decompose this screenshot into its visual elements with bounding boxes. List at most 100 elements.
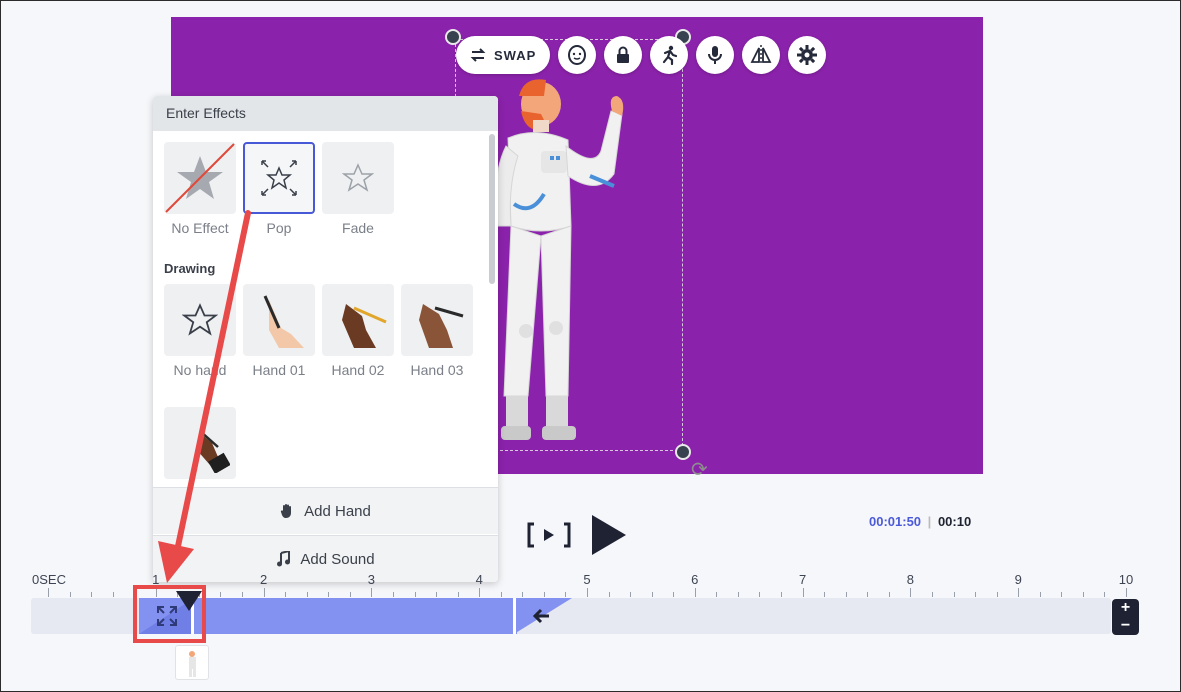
ruler-tick [48,588,49,597]
ruler-tick [285,592,287,597]
total-time: 00:10 [937,514,972,529]
voice-button[interactable] [696,36,735,74]
hand-tile-04[interactable] [164,407,236,479]
hand-tile-02[interactable] [322,284,394,356]
pop-star-icon [261,160,297,196]
ruler-tick [716,592,718,597]
ruler-label: 0SEC [32,572,66,587]
zoom-out-button[interactable]: − [1121,617,1130,635]
clip-end-line[interactable] [513,598,516,634]
enter-effects-panel: Enter Effects No Effect Pop Fade Drawing… [153,96,498,582]
hand-tile-none[interactable] [164,284,236,356]
flip-icon [750,45,772,65]
flip-button[interactable] [742,36,781,74]
effect-label: Fade [342,220,374,236]
ruler-tick [931,592,933,597]
ruler-label: 2 [259,572,268,587]
ruler-tick [479,588,481,597]
ruler-tick [457,592,459,597]
exit-arrow-icon[interactable] [531,607,551,625]
play-scene-icon[interactable] [526,520,572,550]
fade-star-icon [342,163,374,192]
action-button[interactable] [650,36,689,74]
ruler-tick [263,588,265,597]
astronaut-thumbnail-icon [189,651,196,677]
outline-star-icon [182,303,218,336]
hand-label: Hand 01 [252,362,306,378]
ruler-label: 6 [691,572,699,587]
ruler-tick [220,592,222,597]
music-note-icon [277,551,291,567]
ruler-tick [694,588,696,597]
ruler-tick [759,592,761,597]
face-icon [568,45,587,65]
zoom-in-button[interactable]: + [1121,599,1130,617]
hand-tile-03[interactable] [401,284,473,356]
ruler-tick [953,592,955,597]
playback-controls [526,513,628,557]
lock-icon [617,46,630,63]
ruler-tick [587,588,588,597]
ruler-tick [436,592,438,597]
ruler-tick [867,592,869,597]
ruler-tick [996,592,998,597]
resize-handle-bottom-right[interactable] [675,444,691,460]
effect-label: No Effect [171,220,229,236]
effect-tile-no-effect[interactable] [164,142,236,214]
drawing-section-title: Drawing [164,261,216,276]
effect-tile-fade[interactable] [322,142,394,214]
add-hand-label: Add Hand [304,502,371,520]
microphone-icon [708,46,723,64]
hand-label: No hand [173,362,227,378]
gear-icon [797,45,818,65]
effect-label: Pop [266,220,292,236]
swap-label: SWAP [494,47,537,63]
ruler-tick [1061,592,1063,597]
element-toolbar: SWAP [456,36,827,74]
ruler-label: 7 [798,572,807,587]
ruler-tick [392,592,394,597]
ruler-tick [651,592,653,597]
add-hand-button[interactable]: Add Hand [153,487,498,534]
ruler-tick [522,592,524,597]
ruler-tick [414,592,416,597]
add-sound-label: Add Sound [300,550,375,568]
rotate-icon[interactable]: ⟳ [691,457,708,482]
ruler-tick [608,592,610,597]
ruler-tick [1039,592,1041,597]
annotation-highlight-box [133,585,206,643]
swap-button[interactable]: SWAP [456,36,551,74]
ruler-tick [543,592,545,597]
face-button[interactable] [558,36,597,74]
ruler-label: 4 [475,572,483,587]
hand-sleeve-icon [196,430,230,473]
lock-button[interactable] [604,36,643,74]
ruler-tick [802,588,804,597]
play-icon[interactable] [590,513,628,557]
panel-scrollbar[interactable] [489,134,495,284]
ruler-label: 10 [1118,572,1134,587]
hand-icon [281,504,292,518]
ruler-tick [888,592,890,597]
ruler-label: 3 [367,572,376,587]
ruler-tick [328,592,330,597]
hand-tile-01[interactable] [243,284,315,356]
current-time: 00:01:50 [869,514,922,529]
swap-icon [470,48,486,62]
ruler-tick [673,592,675,597]
scene-thumbnail[interactable] [175,645,209,680]
ruler-tick [69,592,71,597]
hand-label: Hand 02 [331,362,385,378]
ruler-label: 5 [583,572,591,587]
time-readout: 00:01:50 | 00:10 [869,514,971,529]
hand-medium-icon [419,304,464,348]
ruler-tick [845,592,847,597]
effect-tile-pop[interactable] [243,142,315,214]
action-icon [663,45,678,66]
ruler-tick [112,592,114,597]
ruler-label: 9 [1014,572,1022,587]
ruler-tick [565,592,567,597]
ruler-tick [91,592,93,597]
settings-button[interactable] [788,36,827,74]
ruler-tick [1082,592,1084,597]
